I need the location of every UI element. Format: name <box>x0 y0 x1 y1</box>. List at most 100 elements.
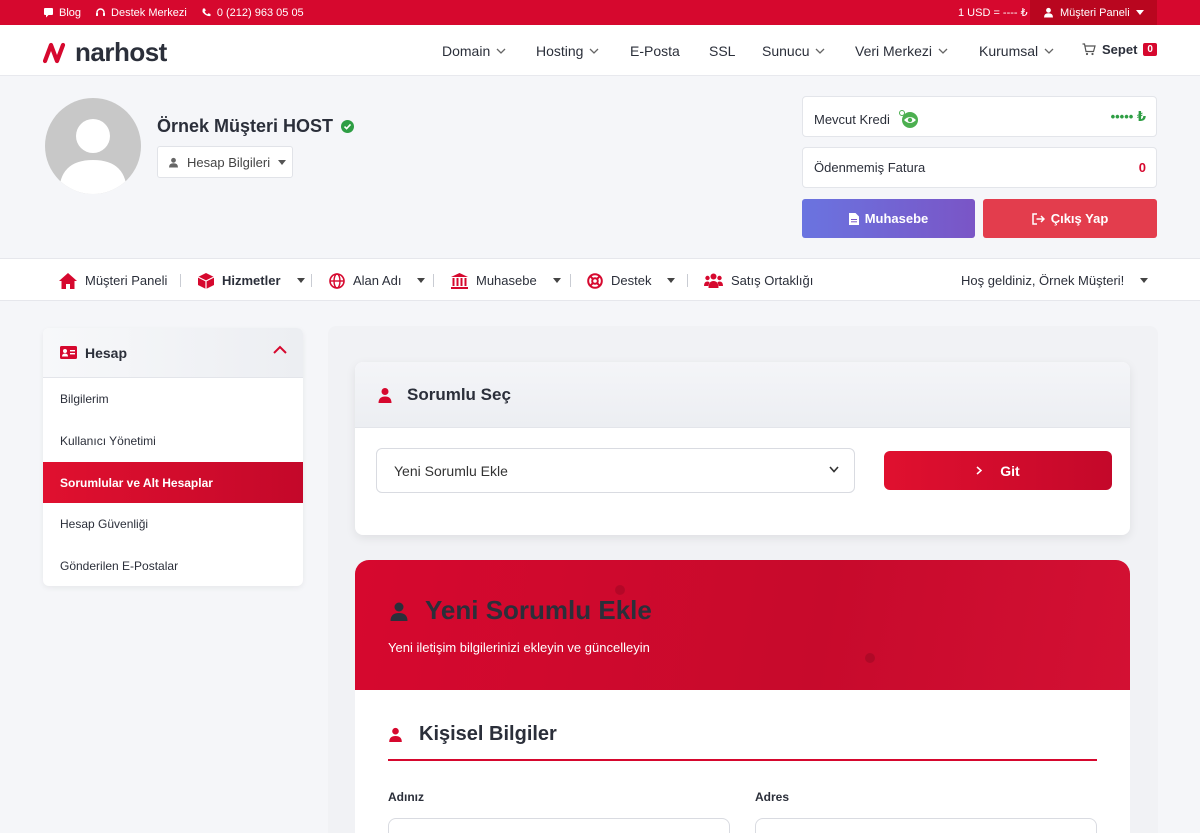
sidebar-item-user-management[interactable]: Kullanıcı Yönetimi <box>43 420 303 461</box>
sidebar-item-account-security[interactable]: Hesap Güvenliği <box>43 503 303 544</box>
sidebar-item-label: Bilgilerim <box>60 391 109 406</box>
unpaid-label-wrap: Ödenmemiş Fatura <box>814 160 925 175</box>
address-label: Adres <box>755 790 790 804</box>
credit-label-wrap: Mevcut Kredi <box>814 109 920 129</box>
unpaid-value: 0 <box>1138 160 1146 175</box>
phone-icon <box>202 8 211 17</box>
blog-link[interactable]: Blog <box>43 7 81 19</box>
contact-select[interactable]: Yeni Sorumlu Ekle <box>376 448 855 493</box>
clientnav-dashboard[interactable]: Müşteri Paneli <box>59 259 167 302</box>
sidebar-item-my-info[interactable]: Bilgilerim <box>43 378 303 419</box>
bank-icon <box>451 272 468 289</box>
phone-number: 0 (212) 963 05 05 <box>216 6 304 19</box>
nav-hosting-label: Hosting <box>536 42 584 59</box>
home-icon <box>59 272 77 289</box>
nav-email[interactable]: E-Posta <box>630 43 680 59</box>
clientnav-services[interactable]: Hizmetler <box>198 259 305 302</box>
go-button[interactable]: Git <box>884 451 1112 490</box>
banner-subtitle: Yeni iletişim bilgilerinizi ekleyin ve g… <box>388 640 650 655</box>
customer-panel-dropdown[interactable]: Müşteri Paneli <box>1030 0 1157 25</box>
chevron-right-icon <box>976 466 983 475</box>
profile-section: Örnek Müşteri HOST Hesap Bilgileri Mevcu… <box>0 76 1200 258</box>
nav-corporate[interactable]: Kurumsal <box>979 43 1054 59</box>
account-info-dropdown[interactable]: Hesap Bilgileri <box>157 146 293 178</box>
user-icon <box>378 387 392 403</box>
sidebar-item-label: Kullanıcı Yönetimi <box>60 433 156 448</box>
support-link[interactable]: Destek Merkezi <box>95 7 187 19</box>
chevron-up-icon[interactable] <box>273 345 287 354</box>
caret-down-icon <box>552 278 561 283</box>
nav-domain[interactable]: Domain <box>442 43 506 59</box>
logout-button[interactable]: Çıkış Yap <box>983 199 1157 238</box>
cart-count-badge: 0 <box>1143 43 1157 56</box>
cart-icon <box>1082 43 1096 56</box>
decor-dot <box>615 585 625 595</box>
unpaid-invoice-card[interactable]: Ödenmemiş Fatura 0 <box>802 147 1157 188</box>
logo[interactable]: narhost <box>43 37 167 68</box>
clientnav-services-label: Hizmetler <box>222 273 281 288</box>
clientnav-domains-label: Alan Adı <box>353 273 402 288</box>
nav-ssl[interactable]: SSL <box>709 43 735 59</box>
section-divider <box>388 759 1097 761</box>
caret-down-icon <box>1140 278 1149 283</box>
go-label: Git <box>1000 462 1020 479</box>
address-field[interactable] <box>755 818 1097 833</box>
section-title: Kişisel Bilgiler <box>419 723 557 745</box>
first-name-field[interactable] <box>388 818 730 833</box>
welcome-text: Hoş geldiniz, Örnek Müşteri! <box>961 273 1125 288</box>
nav-hosting[interactable]: Hosting <box>536 43 599 59</box>
divider <box>180 274 181 287</box>
banner-title: Yeni Sorumlu Ekle <box>425 595 652 625</box>
sidebar-title: Hesap <box>85 344 128 361</box>
caret-down-icon <box>278 159 287 165</box>
avatar <box>45 98 141 194</box>
select-contact-card: Sorumlu Seç Yeni Sorumlu Ekle Git <box>355 362 1130 535</box>
customer-name-text: Örnek Müşteri HOST <box>157 116 334 136</box>
nav-email-label: E-Posta <box>630 42 680 59</box>
clientnav-affiliates-label: Satış Ortaklığı <box>731 273 814 288</box>
select-contact-title: Sorumlu Seç <box>407 384 511 404</box>
nav-server[interactable]: Sunucu <box>762 43 825 59</box>
chevron-down-icon <box>590 48 599 54</box>
caret-down-icon <box>296 278 305 283</box>
new-contact-banner: Yeni Sorumlu Ekle Yeni iletişim bilgiler… <box>355 560 1130 690</box>
divider <box>570 274 571 287</box>
main-header: narhost Domain Hosting E-Posta SSL Sunuc… <box>0 25 1200 76</box>
divider <box>311 274 312 287</box>
id-card-icon <box>60 346 77 359</box>
sidebar-header[interactable]: Hesap <box>43 328 303 378</box>
box-icon <box>198 272 214 289</box>
clientnav-support[interactable]: Destek <box>587 259 676 302</box>
chat-icon <box>44 8 53 18</box>
eye-toggle-icon[interactable] <box>898 109 920 129</box>
section-title-wrap: Kişisel Bilgiler <box>388 723 557 746</box>
nav-ssl-label: SSL <box>709 42 736 59</box>
cart-button[interactable]: Sepet 0 <box>1082 42 1157 57</box>
chevron-down-icon <box>829 466 839 473</box>
nav-server-label: Sunucu <box>762 42 810 59</box>
users-icon <box>704 273 723 288</box>
decor-dot <box>865 653 875 663</box>
clientnav-affiliates[interactable]: Satış Ortaklığı <box>704 259 813 302</box>
accounting-button[interactable]: Muhasebe <box>802 199 975 238</box>
phone-link[interactable]: 0 (212) 963 05 05 <box>201 7 304 19</box>
clientnav-billing[interactable]: Muhasebe <box>451 259 561 302</box>
customer-name: Örnek Müşteri HOST <box>157 116 355 137</box>
sidebar-item-sent-emails[interactable]: Gönderilen E-Postalar <box>43 545 303 586</box>
welcome-user-dropdown[interactable]: Hoş geldiniz, Örnek Müşteri! <box>961 259 1149 302</box>
nav-corporate-label: Kurumsal <box>979 42 1039 59</box>
clientnav-domains[interactable]: Alan Adı <box>329 259 426 302</box>
blog-label: Blog <box>59 6 82 19</box>
top-bar: Blog Destek Merkezi 0 (212) 963 05 05 1 … <box>0 0 1200 25</box>
sidebar-item-label: Hesap Güvenliği <box>60 516 149 531</box>
nav-data-center[interactable]: Veri Merkezi <box>855 43 948 59</box>
credit-card: Mevcut Kredi ••••• ₺ <box>802 96 1157 137</box>
globe-icon <box>329 272 345 289</box>
accounting-label: Muhasebe <box>864 211 929 226</box>
nav-domain-label: Domain <box>442 42 491 59</box>
caret-down-icon <box>1135 10 1144 15</box>
logout-icon <box>1031 212 1045 225</box>
sidebar-item-contacts-subaccounts[interactable]: Sorumlular ve Alt Hesaplar <box>43 462 303 503</box>
currency-rate: 1 USD = ---- ₺ <box>958 7 1028 19</box>
sidebar-item-label: Sorumlular ve Alt Hesaplar <box>60 475 213 490</box>
